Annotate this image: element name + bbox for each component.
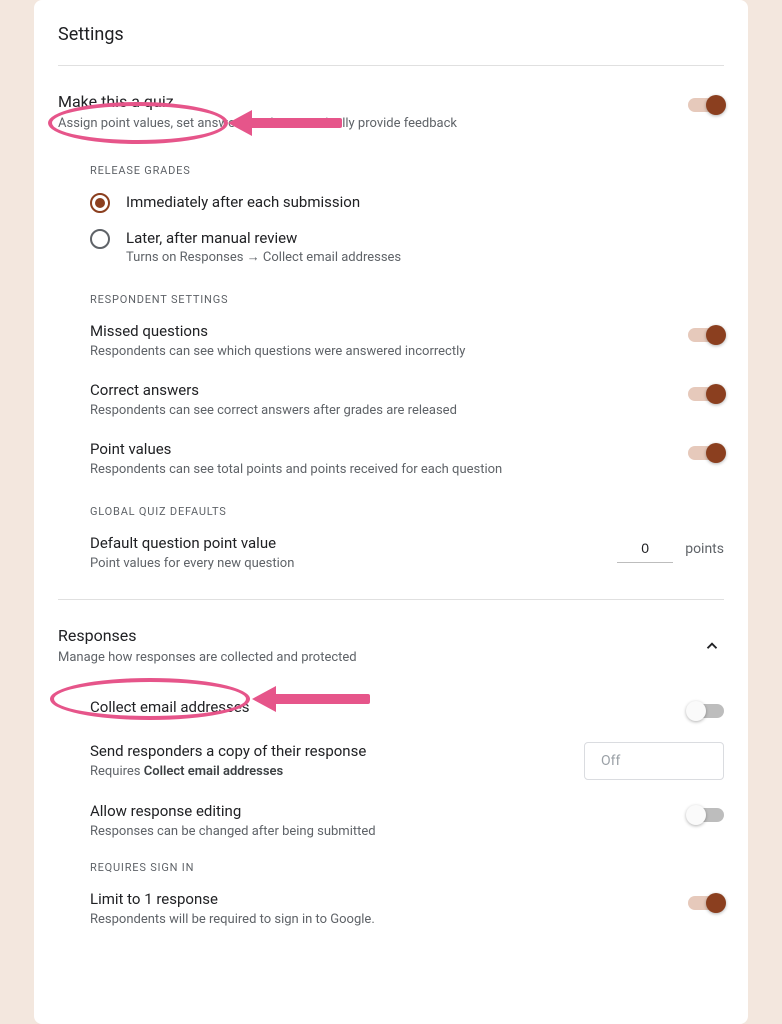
setting-send-copy: Send responders a copy of their response… [90, 742, 724, 780]
requires-signin-label: REQUIRES SIGN IN [90, 861, 724, 874]
chevron-up-icon[interactable] [700, 634, 724, 658]
respondent-settings-label: RESPONDENT SETTINGS [90, 293, 724, 306]
setting-limit-response: Limit to 1 response Respondents will be … [90, 890, 724, 927]
page-title: Settings [58, 24, 724, 66]
setting-desc: Respondents can see correct answers afte… [90, 403, 672, 418]
quiz-section: Make this a quiz Assign point values, se… [58, 90, 724, 600]
setting-desc: Respondents will be required to sign in … [90, 912, 672, 927]
default-point-desc: Point values for every new question [90, 556, 294, 571]
setting-desc: Requires Collect email addresses [90, 764, 568, 779]
global-defaults-label: GLOBAL QUIZ DEFAULTS [90, 505, 724, 518]
send-copy-dropdown[interactable]: Off [584, 742, 724, 780]
setting-title: Correct answers [90, 381, 672, 399]
setting-collect-email: Collect email addresses [90, 698, 724, 720]
responses-desc: Manage how responses are collected and p… [58, 649, 684, 668]
setting-desc: Respondents can see total points and poi… [90, 462, 672, 477]
responses-items: Collect email addresses Send responders … [58, 698, 724, 927]
radio-icon [90, 229, 110, 249]
release-grades-label: RELEASE GRADES [90, 164, 724, 177]
point-values-toggle[interactable] [688, 446, 724, 460]
setting-missed-questions: Missed questions Respondents can see whi… [90, 322, 724, 359]
quiz-toggle[interactable] [688, 98, 724, 112]
radio-immediately[interactable]: Immediately after each submission [90, 193, 724, 213]
setting-desc: Responses can be changed after being sub… [90, 824, 672, 839]
setting-title: Allow response editing [90, 802, 672, 820]
setting-point-values: Point values Respondents can see total p… [90, 440, 724, 477]
radio-label: Later, after manual review [126, 229, 401, 247]
setting-title: Limit to 1 response [90, 890, 672, 908]
quiz-desc: Assign point values, set answers, and au… [58, 115, 672, 134]
setting-title: Missed questions [90, 322, 672, 340]
allow-edit-toggle[interactable] [688, 808, 724, 822]
correct-answers-toggle[interactable] [688, 387, 724, 401]
setting-allow-edit: Allow response editing Responses can be … [90, 802, 724, 839]
setting-title: Collect email addresses [90, 698, 672, 716]
missed-questions-toggle[interactable] [688, 328, 724, 342]
points-unit: points [685, 541, 724, 557]
default-point-title: Default question point value [90, 534, 294, 552]
settings-card: Settings Make this a quiz Assign point v… [34, 0, 748, 1024]
setting-desc: Respondents can see which questions were… [90, 344, 672, 359]
setting-correct-answers: Correct answers Respondents can see corr… [90, 381, 724, 418]
default-point-input[interactable] [617, 534, 673, 563]
section-divider [58, 599, 724, 600]
radio-label: Immediately after each submission [126, 193, 360, 211]
respondent-settings-block: RESPONDENT SETTINGS Missed questions Res… [58, 293, 724, 477]
setting-title: Send responders a copy of their response [90, 742, 568, 760]
responses-heading: Responses [58, 626, 684, 645]
radio-icon [90, 193, 110, 213]
collect-email-toggle[interactable] [688, 704, 724, 718]
radio-later[interactable]: Later, after manual review Turns on Resp… [90, 229, 724, 265]
quiz-heading: Make this a quiz [58, 92, 672, 111]
global-defaults-block: GLOBAL QUIZ DEFAULTS Default question po… [58, 505, 724, 571]
setting-title: Point values [90, 440, 672, 458]
release-grades-block: RELEASE GRADES Immediately after each su… [58, 164, 724, 265]
limit-response-toggle[interactable] [688, 896, 724, 910]
responses-section: Responses Manage how responses are colle… [58, 624, 724, 927]
radio-secondary: Turns on Responses → Collect email addre… [126, 249, 401, 265]
